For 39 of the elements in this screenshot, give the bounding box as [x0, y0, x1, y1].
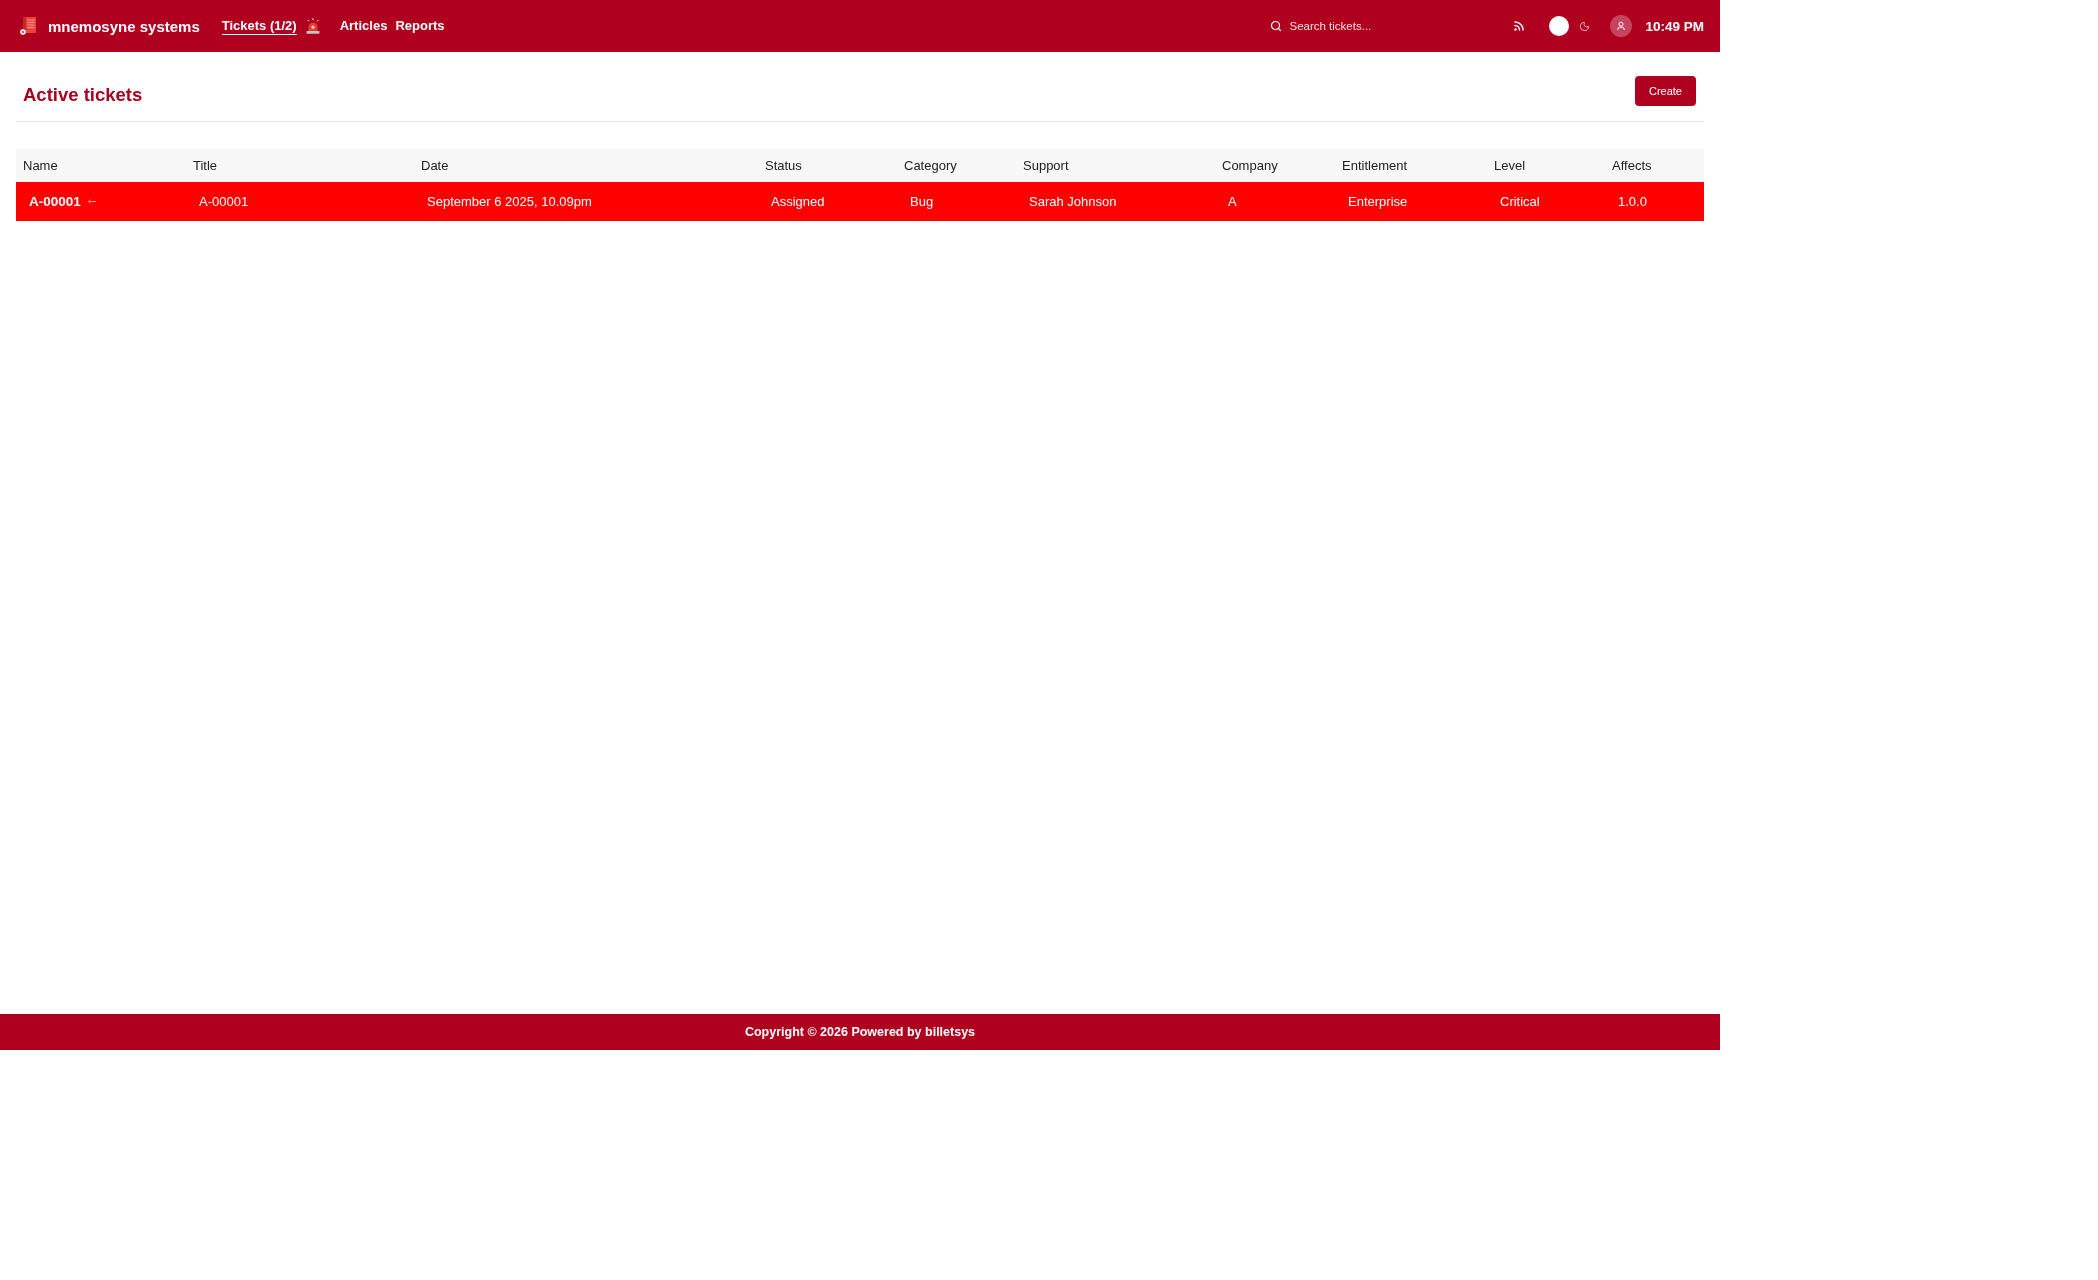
table-cell: 1.0.0	[1618, 194, 1647, 209]
siren-icon	[304, 18, 321, 34]
column-header[interactable]: Category	[904, 158, 957, 173]
table-cell: Assigned	[771, 194, 825, 209]
nav-link[interactable]: Articles	[339, 16, 388, 36]
table-cell: September 6 2025, 10.09pm	[427, 194, 592, 209]
column-header[interactable]: Entitlement	[1342, 158, 1408, 173]
rss-feed-icon[interactable]	[1513, 20, 1526, 32]
moon-icon	[1579, 20, 1591, 32]
table-cell: Bug	[910, 194, 934, 209]
column-header[interactable]: Support	[1023, 158, 1069, 173]
table-cell: Sarah Johnson	[1029, 194, 1117, 209]
toggle-knob[interactable]	[1549, 16, 1570, 36]
column-header[interactable]: Status	[765, 158, 802, 173]
create-button[interactable]: Create	[1634, 76, 1696, 106]
column-header[interactable]: Company	[1222, 158, 1278, 173]
column-header[interactable]: Title	[193, 158, 218, 173]
nav-link[interactable]: Tickets (1/2)	[221, 16, 321, 36]
search-input[interactable]: Search tickets...	[1289, 16, 1481, 36]
nav-link[interactable]: Reports	[395, 16, 445, 36]
brand-name[interactable]: mnemosyne systems	[48, 17, 200, 35]
clock-time: 10:49 PM	[1645, 18, 1704, 34]
column-header[interactable]: Name	[23, 158, 58, 173]
footer-text: Copyright © 2026 Powered by billetsys	[744, 1025, 976, 1039]
column-header[interactable]: Date	[421, 158, 449, 173]
table-cell: A-00001	[199, 194, 249, 209]
table-cell: A	[1228, 194, 1237, 209]
page-title: Active tickets	[23, 84, 143, 106]
left-arrow-icon	[87, 199, 96, 204]
column-header[interactable]: Level	[1494, 158, 1526, 173]
table-cell: Enterprise	[1348, 194, 1408, 209]
book-logo-icon	[20, 17, 36, 35]
search-icon	[1270, 20, 1283, 32]
ticket-link[interactable]: A-00001	[29, 194, 81, 209]
ticket-row[interactable]: A-00001 A-00001 September 6 2025, 10.09pm Assigned Bug Sarah Johnson A Enterprise Critical 1.0.0	[16, 182, 1704, 221]
user-avatar-icon[interactable]	[1610, 15, 1633, 37]
table-cell: Critical	[1500, 194, 1540, 209]
theme-toggle[interactable]	[1549, 16, 1591, 36]
column-header[interactable]: Affects	[1612, 158, 1652, 173]
